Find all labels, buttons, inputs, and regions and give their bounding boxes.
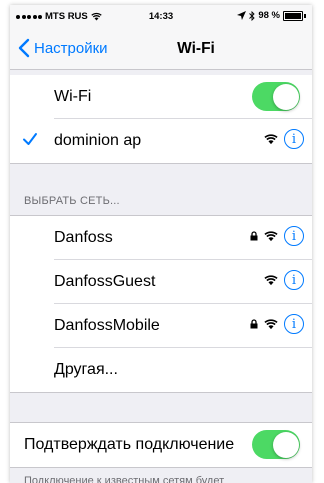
ask-to-join-row: Подтверждать подключение bbox=[10, 423, 312, 467]
checkmark-icon bbox=[23, 133, 37, 145]
network-icons: i bbox=[264, 270, 304, 290]
ask-to-join-footer: Подключение к известным сетям будет bbox=[24, 475, 225, 483]
network-icons: i bbox=[250, 314, 304, 334]
wifi-toggle-row: Wi-Fi bbox=[10, 75, 312, 119]
wifi-signal-icon bbox=[264, 231, 278, 242]
connected-network-row[interactable]: dominion ap i bbox=[10, 119, 312, 163]
phone-screen: MTS RUS 14:33 98 % Настройки Wi-Fi Wi-Fi… bbox=[10, 5, 312, 483]
battery-percent: 98 % bbox=[258, 10, 280, 21]
wifi-signal-icon bbox=[264, 275, 278, 286]
page-title: Wi-Fi bbox=[177, 40, 215, 57]
network-icons: i bbox=[264, 129, 304, 149]
wifi-toggle-label: Wi-Fi bbox=[54, 88, 92, 105]
bluetooth-icon bbox=[249, 10, 255, 21]
wifi-group: Wi-Fi dominion ap i bbox=[10, 75, 312, 163]
info-icon[interactable]: i bbox=[284, 314, 304, 334]
network-row-danfossguest[interactable]: DanfossGuest i bbox=[10, 260, 312, 304]
battery-tip bbox=[304, 13, 306, 18]
wifi-signal-icon bbox=[264, 319, 278, 330]
networks-group: Danfoss i DanfossGuest i DanfossMobile i… bbox=[10, 216, 312, 392]
divider bbox=[10, 392, 312, 393]
network-row-danfoss[interactable]: Danfoss i bbox=[10, 216, 312, 260]
lock-icon bbox=[250, 319, 258, 329]
network-name: DanfossMobile bbox=[54, 317, 160, 334]
other-network-label: Другая... bbox=[54, 361, 118, 378]
lock-icon bbox=[250, 231, 258, 241]
divider bbox=[10, 467, 312, 468]
location-arrow-icon bbox=[237, 11, 247, 20]
status-bar: MTS RUS 14:33 98 % bbox=[10, 5, 312, 27]
network-name: Danfoss bbox=[54, 229, 113, 246]
connected-network-name: dominion ap bbox=[54, 132, 142, 149]
wifi-toggle[interactable] bbox=[252, 82, 300, 111]
section-header-choose-network: ВЫБРАТЬ СЕТЬ... bbox=[24, 195, 120, 207]
network-icons: i bbox=[250, 226, 304, 246]
network-row-danfossmobile[interactable]: DanfossMobile i bbox=[10, 304, 312, 348]
ask-to-join-toggle[interactable] bbox=[252, 430, 300, 459]
divider bbox=[10, 163, 312, 164]
battery-icon bbox=[283, 10, 303, 21]
navigation-bar: Настройки Wi-Fi bbox=[10, 27, 312, 70]
divider bbox=[10, 69, 312, 70]
info-icon[interactable]: i bbox=[284, 129, 304, 149]
info-icon[interactable]: i bbox=[284, 226, 304, 246]
network-row-other[interactable]: Другая... bbox=[10, 348, 312, 392]
info-icon[interactable]: i bbox=[284, 270, 304, 290]
ask-to-join-label: Подтверждать подключение bbox=[24, 436, 235, 453]
status-right: 98 % bbox=[237, 10, 306, 21]
ask-to-join-group: Подтверждать подключение bbox=[10, 423, 312, 467]
wifi-signal-icon bbox=[264, 134, 278, 145]
network-name: DanfossGuest bbox=[54, 273, 156, 290]
